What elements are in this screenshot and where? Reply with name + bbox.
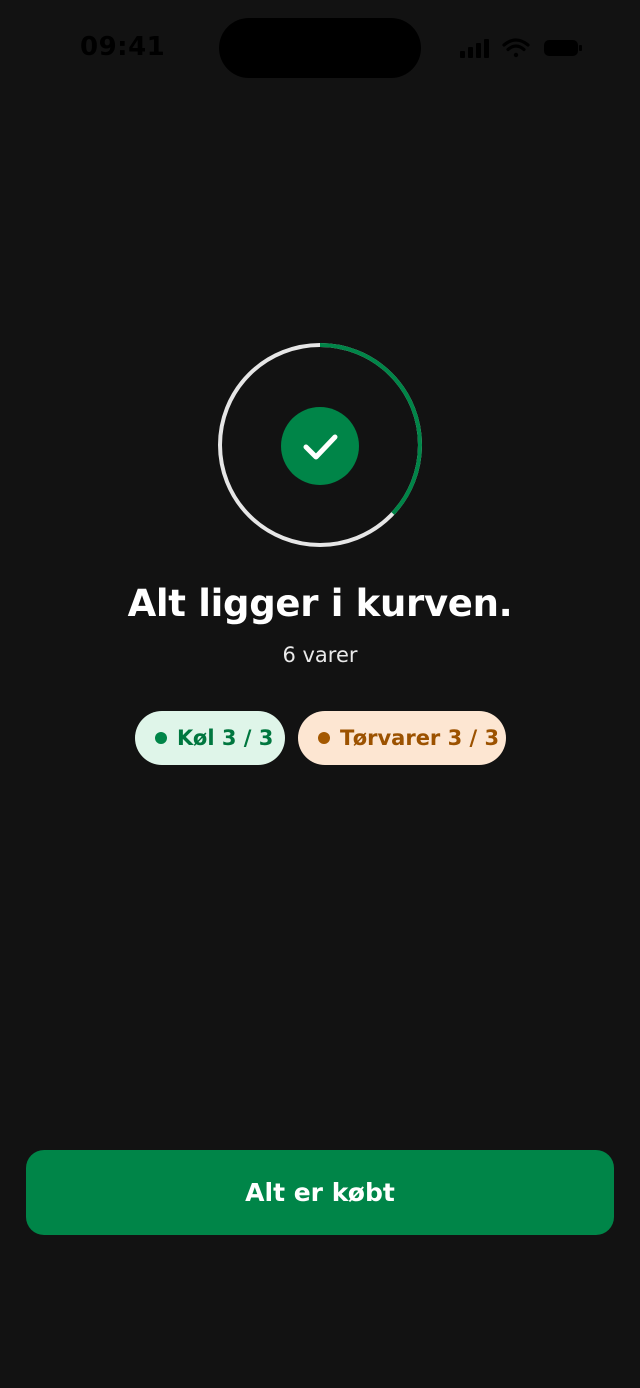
cellular-signal-icon [460, 39, 489, 58]
all-bought-button[interactable]: Alt er købt [26, 1150, 614, 1235]
category-pill-cold: Køl 3 / 3 [135, 711, 285, 765]
battery-icon [544, 40, 582, 56]
category-pill-label: Tørvarer 3 / 3 [340, 726, 500, 750]
item-count: 6 varer [282, 643, 358, 667]
checkmark-icon [303, 434, 338, 460]
page-title: Alt ligger i kurven. [127, 582, 513, 625]
status-dot [318, 732, 330, 744]
status-icons [460, 38, 582, 58]
success-badge [281, 407, 359, 485]
status-time: 09:41 [80, 32, 166, 62]
wifi-icon [502, 38, 530, 58]
status-bar: 09:41 [0, 0, 640, 96]
category-pill-dry-goods: Tørvarer 3 / 3 [298, 711, 506, 765]
category-pill-label: Køl 3 / 3 [177, 726, 274, 750]
status-dot [155, 732, 167, 744]
dynamic-island [219, 18, 421, 78]
